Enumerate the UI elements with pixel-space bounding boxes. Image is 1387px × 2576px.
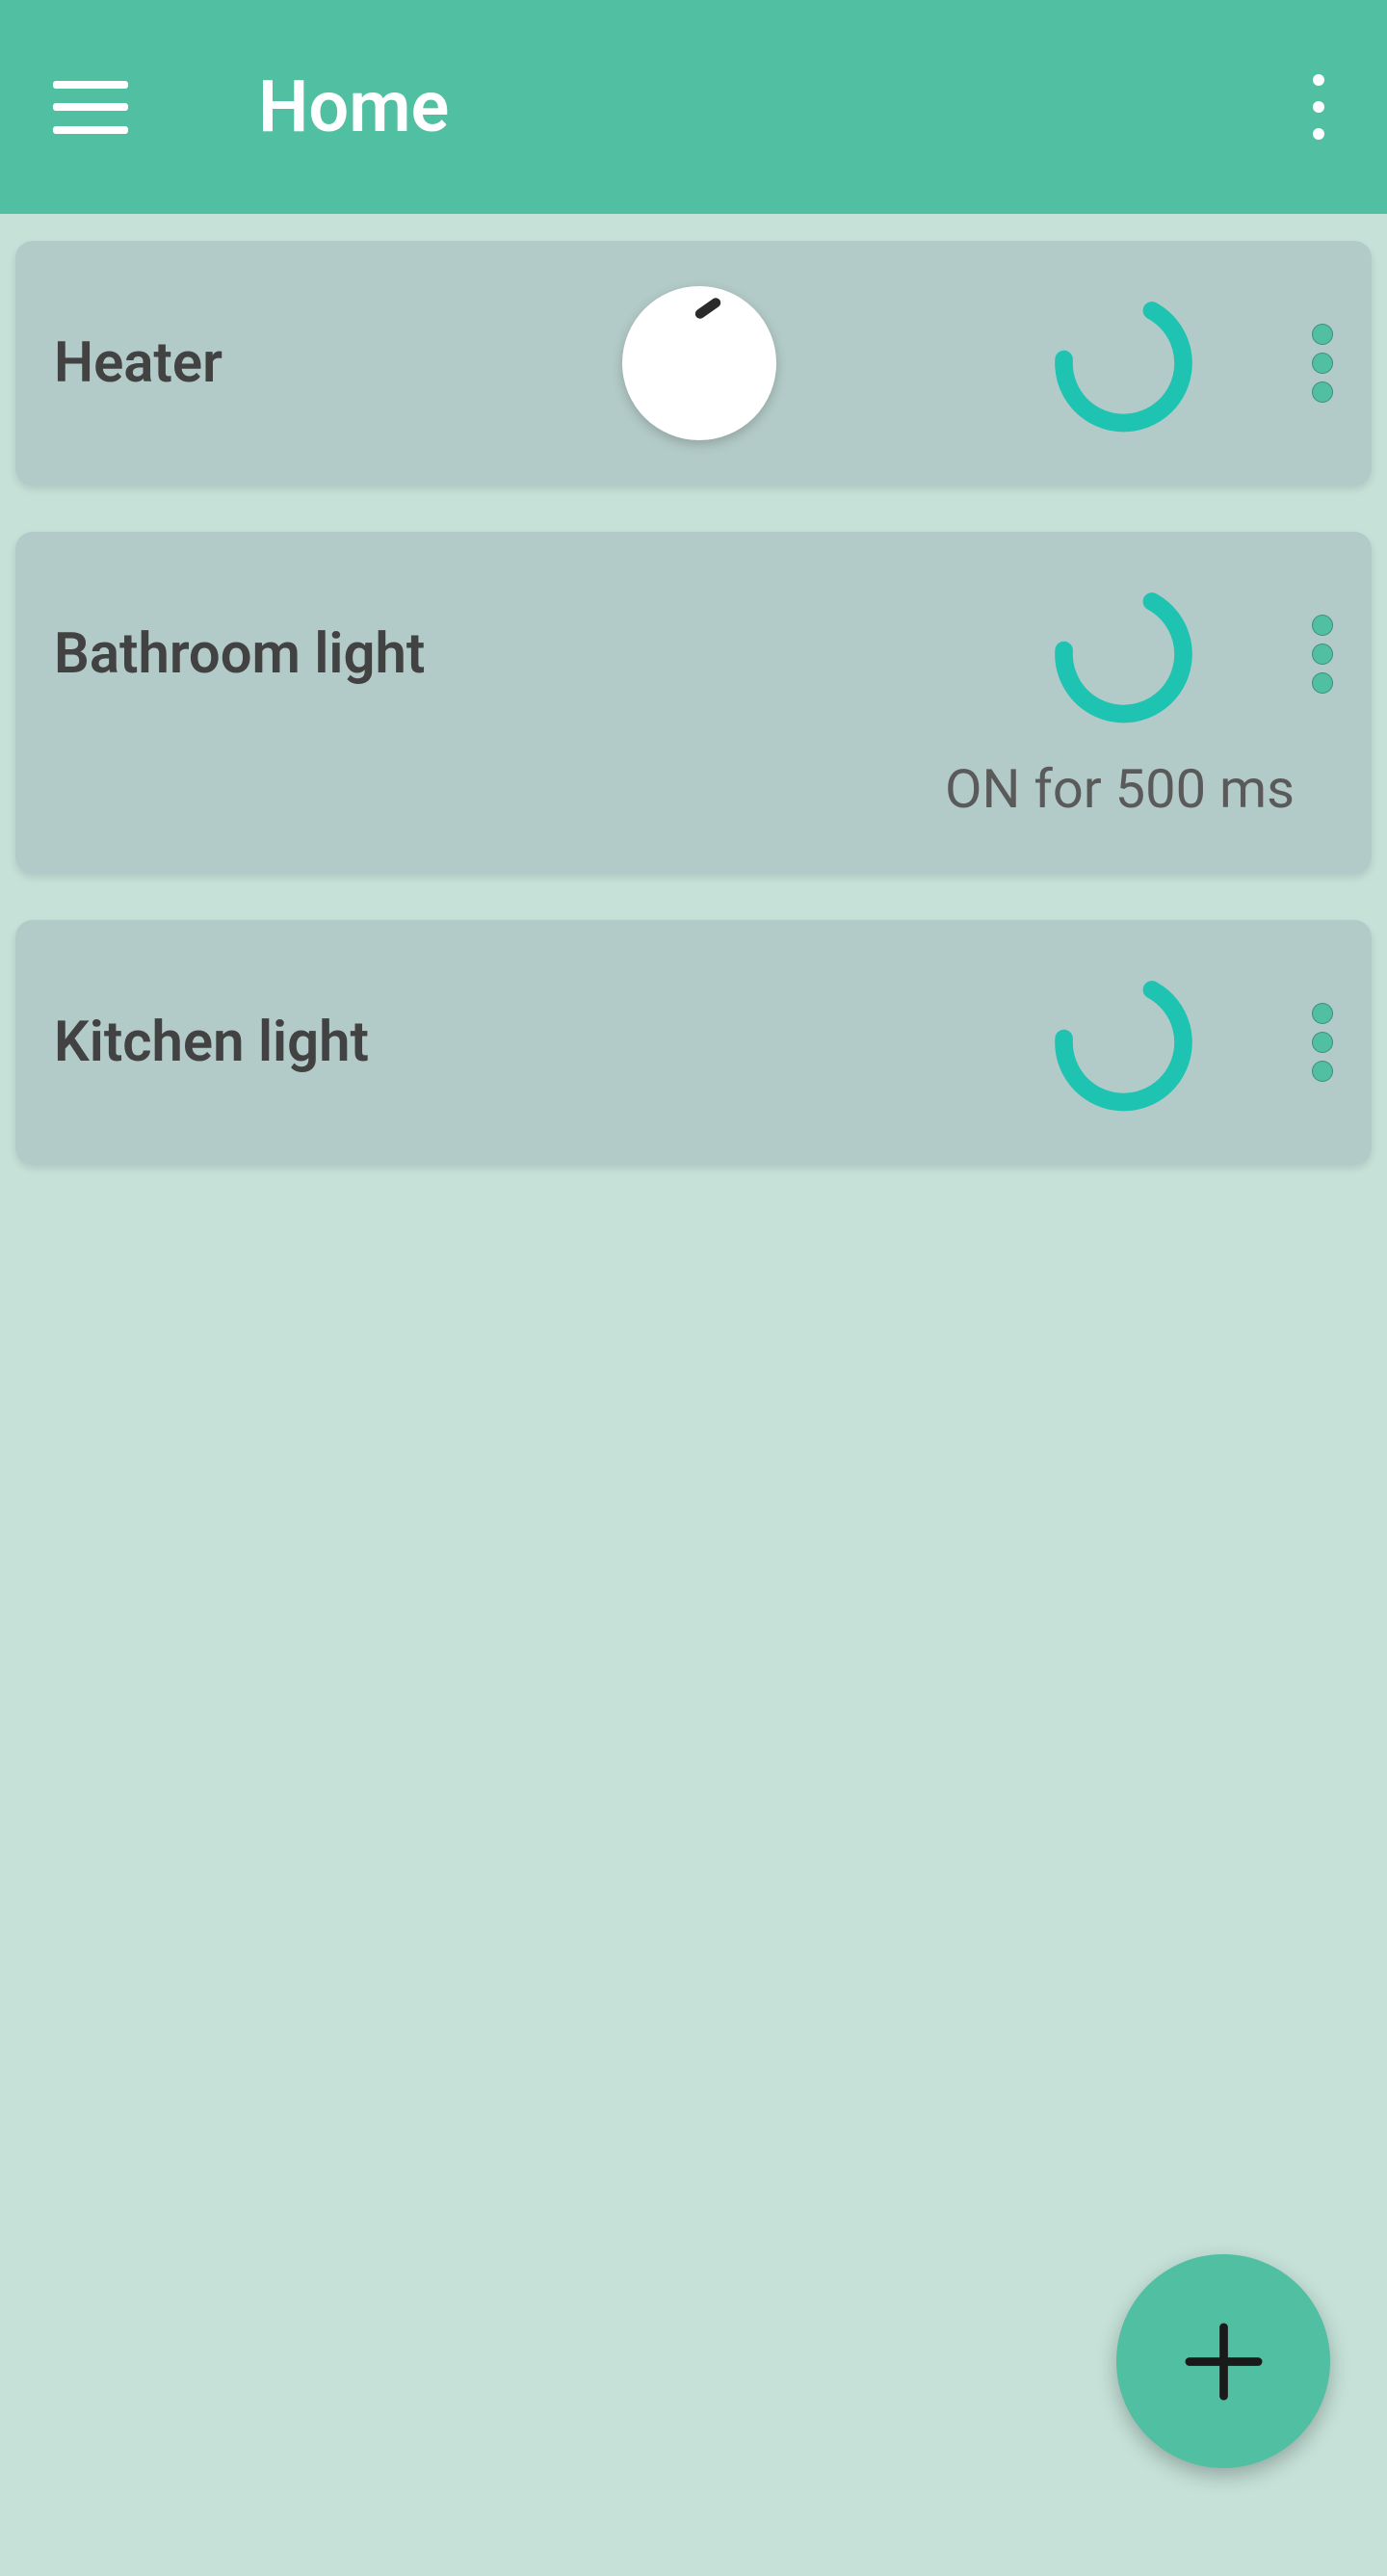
device-list: Heater Bathroom light [0,214,1387,1165]
device-label: Heater [54,330,222,396]
device-card[interactable]: Heater [15,241,1372,486]
device-options-icon[interactable] [1312,615,1333,694]
device-label: Bathroom light [54,621,425,687]
add-device-button[interactable] [1116,2254,1330,2468]
device-options-icon[interactable] [1312,324,1333,403]
device-card[interactable]: Kitchen light [15,920,1372,1165]
device-label: Kitchen light [54,1010,369,1075]
overflow-menu-icon[interactable] [1303,65,1334,149]
plus-icon [1178,2316,1269,2407]
device-options-icon[interactable] [1312,1003,1333,1082]
loading-spinner-icon [1049,289,1198,438]
app-header: Home [0,0,1387,214]
device-card[interactable]: Bathroom light ON for 500 ms [15,532,1372,874]
page-title: Home [258,66,449,149]
hamburger-menu-icon[interactable] [53,81,128,134]
loading-spinner-icon [1049,580,1198,729]
dial-knob[interactable] [622,286,776,440]
loading-spinner-icon [1049,968,1198,1117]
